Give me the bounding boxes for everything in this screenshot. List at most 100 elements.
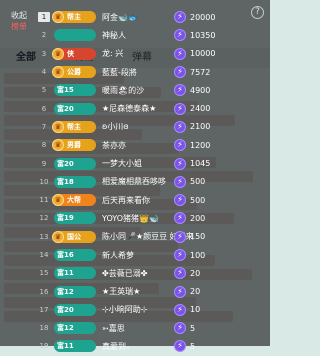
ranking-row[interactable]: 10 富18 相爱魔相鼎吞哆哆 ⚡ 500 — [38, 173, 248, 191]
ranking-row[interactable]: 4 ♛ 公爵 藍藍-段將 ⚡ 7572 — [38, 63, 248, 81]
badge-label: 国公 — [67, 232, 81, 241]
ranking-row[interactable]: 15 富11 ✤芸薇已溺✤ ⚡ 20 — [38, 264, 248, 282]
ranking-row[interactable]: 6 富20 ★尼森德泰森★ ⚡ 2400 — [38, 99, 248, 117]
ranking-row[interactable]: 11 ♛ 大帮 后天再来看你 ⚡ 500 — [38, 191, 248, 209]
level-badge: 富20 — [54, 102, 96, 115]
contribution-value: 10 — [190, 305, 201, 315]
badge-label: 大帮 — [67, 196, 81, 205]
contribution-value: 5 — [190, 341, 196, 351]
crown-icon: ♛ — [52, 11, 64, 24]
level-badge: 富20 — [54, 303, 96, 316]
rank-number: 12 — [39, 214, 49, 223]
ranking-row[interactable]: 3 ♛ 侠龙: 兴 ⚡ 10000 — [38, 45, 248, 63]
level-badge: ♛ 帮主 — [52, 120, 96, 133]
coin-icon: ⚡ — [174, 303, 186, 316]
badge-label: 男爵 — [67, 141, 81, 150]
contribution-value: 150 — [190, 232, 206, 242]
badge-label: 侠 — [67, 49, 74, 58]
level-badge: 富11 — [54, 267, 96, 280]
coin-icon: ⚡ — [174, 120, 186, 133]
rank-number: 11 — [39, 196, 49, 205]
contribution-value: 2100 — [190, 122, 211, 132]
rank-number: 4 — [41, 68, 47, 77]
ranking-row[interactable]: 13 ♛ 国公 陈小同🎤★颜豆豆 好运来 ⚡ 150 — [38, 228, 248, 246]
rank-number: 19 — [39, 342, 49, 351]
contribution-value: 500 — [190, 195, 206, 205]
rank-number: 1 — [38, 12, 50, 23]
ranking-row[interactable]: 16 富12 ★王英瑞★ ⚡ 20 — [38, 282, 248, 300]
contribution-value: 20 — [190, 287, 201, 297]
rank-number: 15 — [39, 269, 49, 278]
ranking-row[interactable]: 7 ♛ 帮主 ʚ小川ɞ ⚡ 2100 — [38, 118, 248, 136]
ranking-row[interactable]: 5 富15 暖雨🏖的沙 ⚡ 4900 — [38, 81, 248, 99]
collapse-ranking-button[interactable]: 收起 榜单 — [8, 10, 30, 32]
contribution-value: 2400 — [190, 104, 211, 114]
ranking-row[interactable]: 12 富19 YOYO猪猪👑🐋 ⚡ 200 — [38, 209, 248, 227]
coin-icon: ⚡ — [174, 230, 186, 243]
rank-number: 18 — [39, 324, 49, 333]
badge-label: 富12 — [57, 287, 74, 296]
contribution-value: 10350 — [190, 30, 216, 40]
badge-label: 富18 — [57, 177, 74, 186]
level-badge: 富11 — [54, 340, 96, 353]
badge-label: 富11 — [57, 269, 74, 278]
contribution-value: 20 — [190, 268, 201, 278]
coin-icon: ⚡ — [174, 285, 186, 298]
contribution-value: 7572 — [190, 67, 211, 77]
ranking-row[interactable]: 2 神秘人 ⚡ 10350 — [38, 26, 248, 44]
level-badge: ♛ 侠 — [52, 47, 96, 60]
badge-label: 公爵 — [67, 68, 81, 77]
rank-number: 6 — [41, 104, 47, 113]
contribution-value: 4900 — [190, 85, 211, 95]
badge-label: 富15 — [57, 86, 74, 95]
rank-number: 17 — [39, 305, 49, 314]
badge-label: 富12 — [57, 324, 74, 333]
ranking-row[interactable]: 17 富20 ⊹小晌阿助⊹ ⚡ 10 — [38, 301, 248, 319]
rank-number: 10 — [39, 177, 49, 186]
level-badge — [54, 29, 96, 42]
level-badge: ♛ 大帮 — [52, 194, 96, 207]
crown-icon: ♛ — [52, 194, 64, 207]
ranking-row[interactable]: 8 ♛ 男爵 茶亦亦 ⚡ 1200 — [38, 136, 248, 154]
ranking-row[interactable]: 19 富11 真爱到₊ ⚡ 5 — [38, 337, 248, 355]
ranking-row[interactable]: 18 富12 ➳嘉思 ⚡ 5 — [38, 319, 248, 337]
ranking-row[interactable]: 14 富16 新人希萝 ⚡ 100 — [38, 246, 248, 264]
badge-label: 富19 — [57, 214, 74, 223]
level-badge: 富15 — [54, 84, 96, 97]
coin-icon: ⚡ — [174, 66, 186, 79]
rank-number: 2 — [41, 31, 47, 40]
help-icon[interactable]: ? — [251, 6, 264, 19]
ranking-list: 1 ♛ 帮主 阿金🐋🐟 ⚡ 20000 2 神秘人 ⚡ 10350 3 ♛ 侠龙: 兴 ⚡ 10000 4 ♛ 公… — [38, 8, 248, 356]
contribution-value: 1045 — [190, 159, 211, 169]
contribution-value: 200 — [190, 213, 206, 223]
coin-icon: ⚡ — [174, 102, 186, 115]
ranking-row[interactable]: 1 ♛ 帮主 阿金🐋🐟 ⚡ 20000 — [38, 8, 248, 26]
badge-label: 富16 — [57, 251, 74, 259]
crown-icon: ♛ — [52, 47, 64, 60]
rank-number: 13 — [39, 232, 49, 241]
level-badge: ♛ 公爵 — [52, 66, 96, 79]
rank-number: 16 — [39, 287, 49, 296]
ranking-label: 榜单 — [11, 22, 27, 31]
crown-icon: ♛ — [52, 120, 64, 133]
ranking-row[interactable]: 9 富20 一梦大小姐 ⚡ 1045 — [38, 154, 248, 172]
contribution-value: 1200 — [190, 140, 211, 150]
coin-icon: ⚡ — [174, 249, 186, 261]
contribution-value: 20000 — [190, 12, 216, 22]
crown-icon: ♛ — [52, 139, 64, 152]
crown-icon: ♛ — [52, 230, 64, 243]
collapse-label: 收起 — [11, 11, 27, 20]
contribution-value: 10000 — [190, 49, 216, 59]
contribution-value: 5 — [190, 323, 196, 333]
level-badge: ♛ 国公 — [52, 230, 96, 243]
rank-number: 7 — [41, 122, 47, 131]
ranking-overlay: 收起 榜单 ? 1 ♛ 帮主 阿金🐋🐟 ⚡ 20000 2 神秘人 ⚡ 10350 3 ♛ 侠龙: 兴 ⚡… — [0, 0, 270, 353]
crown-icon: ♛ — [52, 66, 64, 79]
level-badge: 富12 — [54, 285, 96, 298]
level-badge: 富18 — [54, 175, 96, 188]
coin-icon: ⚡ — [174, 194, 186, 207]
level-badge: ♛ 男爵 — [52, 139, 96, 152]
rank-number: 3 — [41, 49, 47, 58]
coin-icon: ⚡ — [174, 47, 186, 60]
level-badge: 富19 — [54, 212, 96, 225]
